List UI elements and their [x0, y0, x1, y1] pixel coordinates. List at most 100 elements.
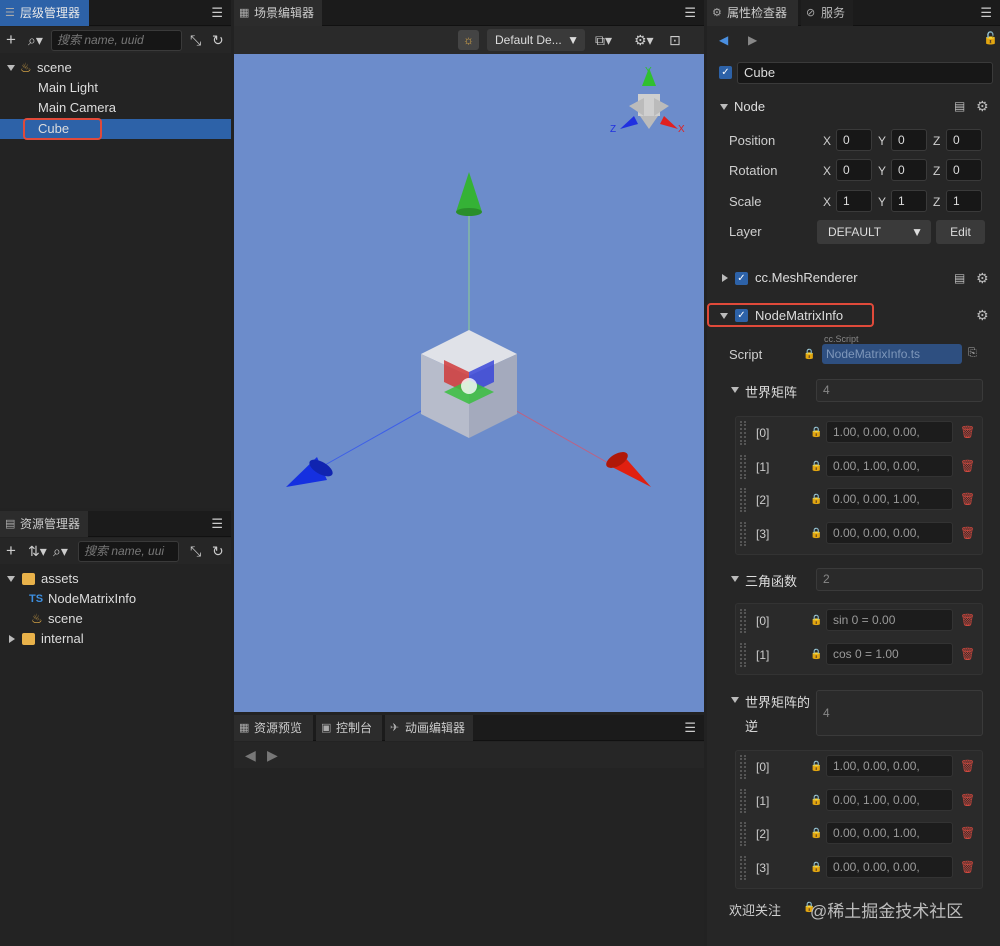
trig-length[interactable]: 2 — [816, 568, 983, 591]
search-input[interactable]: 搜索 name, uuid — [51, 30, 182, 51]
next-arrow-icon[interactable]: ▶ — [267, 746, 278, 764]
forward-arrow-icon[interactable]: ▶ — [748, 33, 757, 47]
drag-handle-icon[interactable] — [740, 822, 746, 846]
layer-dropdown[interactable]: DEFAULT ▼ — [817, 220, 931, 244]
tree-item-internal[interactable]: internal — [0, 629, 231, 649]
array-value-field[interactable]: 1.00, 0.00, 0.00, — [826, 755, 953, 777]
trash-icon[interactable]: 🗑 — [960, 647, 975, 661]
collapsed-arrow-icon[interactable] — [722, 274, 728, 282]
fullscreen-icon[interactable]: ⊡ — [669, 31, 681, 49]
collapse-icon[interactable]: ⤡ — [190, 542, 201, 560]
tab-hierarchy[interactable]: ☰ 层级管理器 — [0, 0, 89, 26]
array-value-field[interactable]: 1.00, 0.00, 0.00, — [826, 421, 953, 443]
expand-arrow-icon[interactable] — [7, 576, 15, 582]
array-value-field[interactable]: sin 0 = 0.00 — [826, 609, 953, 631]
scale-z-input[interactable]: 1 — [946, 190, 982, 212]
gear-icon[interactable]: ⚙ — [976, 270, 989, 287]
rotation-z-input[interactable]: 0 — [946, 159, 982, 181]
add-icon[interactable]: + — [6, 542, 16, 560]
tab-scene-editor[interactable]: ▦ 场景编辑器 — [234, 0, 322, 26]
drag-handle-icon[interactable] — [740, 455, 746, 479]
expand-arrow-icon[interactable] — [731, 576, 739, 582]
search-type-icon[interactable]: ⌕▾ — [28, 31, 43, 49]
trash-icon[interactable]: 🗑 — [960, 759, 975, 773]
menu-icon[interactable]: ☰ — [684, 0, 696, 26]
menu-icon[interactable]: ☰ — [980, 0, 992, 26]
search-input[interactable]: 搜索 name, uui — [78, 541, 179, 562]
expand-arrow-icon[interactable] — [7, 65, 15, 71]
world-matrix-inv-length[interactable]: 4 — [816, 690, 983, 736]
view-mode-icon[interactable]: ⧉▾ — [595, 31, 612, 49]
position-y-input[interactable]: 0 — [891, 129, 927, 151]
expand-arrow-icon[interactable] — [720, 104, 728, 110]
node-active-checkbox[interactable]: ✓ — [719, 66, 732, 79]
gear-icon[interactable]: ⚙▾ — [634, 31, 654, 49]
refresh-icon[interactable]: ↻ — [212, 542, 224, 560]
mesh-renderer-checkbox[interactable]: ✓ — [735, 272, 748, 285]
trash-icon[interactable]: 🗑 — [960, 826, 975, 840]
tree-item-nodematrixinfo[interactable]: TS NodeMatrixInfo — [0, 589, 231, 609]
help-doc-icon[interactable]: ▤ — [954, 271, 965, 285]
collapsed-arrow-icon[interactable] — [9, 635, 15, 643]
menu-icon[interactable]: ☰ — [211, 0, 223, 26]
rotation-x-input[interactable]: 0 — [836, 159, 872, 181]
tab-services[interactable]: ⊘ 服务 — [801, 0, 853, 26]
position-z-input[interactable]: 0 — [946, 129, 982, 151]
tab-console[interactable]: ▣ 控制台 — [316, 715, 382, 741]
array-value-field[interactable]: 0.00, 0.00, 1.00, — [826, 488, 953, 510]
scale-x-input[interactable]: 1 — [836, 190, 872, 212]
array-value-field[interactable]: 0.00, 1.00, 0.00, — [826, 789, 953, 811]
add-icon[interactable]: + — [6, 31, 16, 49]
array-value-field[interactable]: 0.00, 0.00, 0.00, — [826, 856, 953, 878]
world-matrix-length[interactable]: 4 — [816, 379, 983, 402]
gear-icon[interactable]: ⚙ — [976, 307, 989, 324]
tree-item-assets[interactable]: assets — [0, 569, 231, 589]
scene-viewport[interactable]: Y Z X — [234, 54, 704, 712]
trash-icon[interactable]: 🗑 — [960, 613, 975, 627]
tab-inspector[interactable]: ⚙ 属性检查器 — [707, 0, 798, 26]
menu-icon[interactable]: ☰ — [211, 511, 223, 537]
prev-arrow-icon[interactable]: ◀ — [245, 746, 256, 764]
light-toggle-icon[interactable]: ☼ — [458, 30, 479, 50]
trash-icon[interactable]: 🗑 — [960, 860, 975, 874]
search-type-icon[interactable]: ⌕▾ — [53, 542, 68, 560]
trash-icon[interactable]: 🗑 — [960, 526, 975, 540]
position-x-input[interactable]: 0 — [836, 129, 872, 151]
tree-item-main-camera[interactable]: Main Camera — [0, 98, 231, 118]
node-name-input[interactable]: Cube — [737, 62, 993, 84]
tab-assets[interactable]: ▤ 资源管理器 — [0, 511, 88, 537]
camera-dropdown[interactable]: Default De... ▼ — [487, 29, 585, 51]
tree-item-scene-asset[interactable]: ♨ scene — [0, 609, 231, 629]
sort-icon[interactable]: ⇅▾ — [28, 542, 47, 560]
trash-icon[interactable]: 🗑 — [960, 459, 975, 473]
tree-item-scene[interactable]: ♨ scene — [0, 58, 231, 78]
lock-icon[interactable]: 🔓 — [983, 31, 998, 45]
drag-handle-icon[interactable] — [740, 856, 746, 880]
array-value-field[interactable]: 0.00, 0.00, 0.00, — [826, 522, 953, 544]
trash-icon[interactable]: 🗑 — [960, 793, 975, 807]
back-arrow-icon[interactable]: ◀ — [719, 33, 728, 47]
locate-asset-icon[interactable]: ⎘ — [968, 347, 977, 360]
expand-arrow-icon[interactable] — [731, 697, 739, 703]
drag-handle-icon[interactable] — [740, 609, 746, 633]
scale-y-input[interactable]: 1 — [891, 190, 927, 212]
drag-handle-icon[interactable] — [740, 789, 746, 813]
drag-handle-icon[interactable] — [740, 755, 746, 779]
collapse-icon[interactable]: ⤡ — [190, 31, 201, 49]
expand-arrow-icon[interactable] — [731, 387, 739, 393]
drag-handle-icon[interactable] — [740, 488, 746, 512]
array-value-field[interactable]: 0.00, 1.00, 0.00, — [826, 455, 953, 477]
drag-handle-icon[interactable] — [740, 643, 746, 667]
array-value-field[interactable]: 0.00, 0.00, 1.00, — [826, 822, 953, 844]
gear-icon[interactable]: ⚙ — [976, 98, 989, 115]
trash-icon[interactable]: 🗑 — [960, 425, 975, 439]
drag-handle-icon[interactable] — [740, 421, 746, 445]
help-doc-icon[interactable]: ▤ — [954, 99, 965, 113]
drag-handle-icon[interactable] — [740, 522, 746, 546]
menu-icon[interactable]: ☰ — [684, 715, 696, 741]
tab-asset-preview[interactable]: ▦ 资源预览 — [234, 715, 313, 741]
trash-icon[interactable]: 🗑 — [960, 492, 975, 506]
script-asset-field[interactable]: NodeMatrixInfo.ts — [822, 344, 962, 364]
tree-item-main-light[interactable]: Main Light — [0, 78, 231, 98]
edit-button[interactable]: Edit — [936, 220, 985, 244]
